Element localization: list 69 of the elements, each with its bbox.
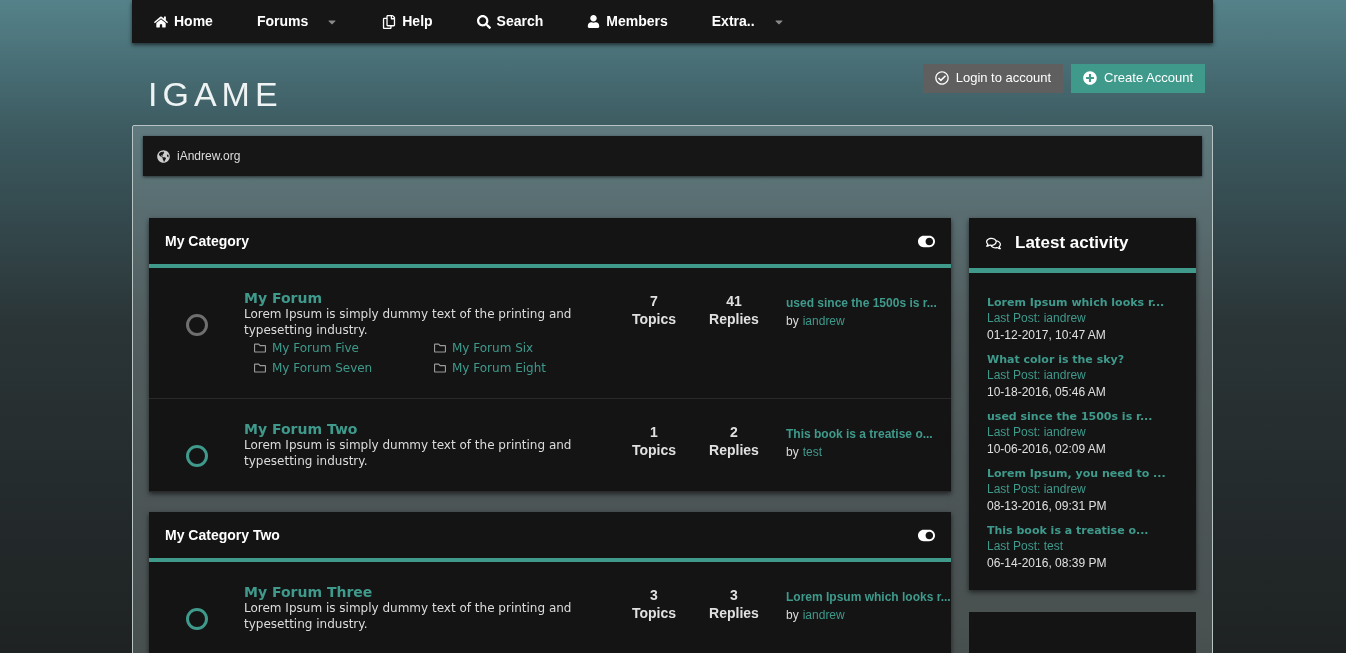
author-link[interactable]: iandrew: [802, 312, 845, 330]
nav-item[interactable]: Help: [382, 11, 433, 32]
author-link[interactable]: iandrew: [802, 606, 845, 624]
subforum-link[interactable]: My Forum Six: [452, 340, 534, 356]
replies-label: Replies: [709, 441, 759, 459]
forum-title[interactable]: My Forum Two: [244, 421, 614, 437]
topics-count: 7: [650, 292, 658, 310]
nav-item[interactable]: Members: [587, 11, 668, 32]
copy-icon: [382, 14, 397, 29]
activity-last-post: Last Post: iandrew: [987, 310, 1087, 326]
folder-icon: [254, 342, 266, 354]
activity-title-link[interactable]: What color is the sky?: [987, 352, 1178, 367]
topics-label: Topics: [631, 310, 677, 328]
home-icon: [154, 14, 168, 29]
nav-item[interactable]: Home: [154, 11, 213, 32]
subforum-link[interactable]: My Forum Eight: [452, 360, 546, 376]
forum-title[interactable]: My Forum: [244, 290, 614, 306]
activity-title-link[interactable]: This book is a treatise o...: [987, 523, 1178, 538]
nav-item[interactable]: Extra..: [711, 11, 785, 32]
chat-bubbles-icon: [986, 235, 1001, 251]
subforum-link[interactable]: My Forum Seven: [272, 360, 373, 376]
folder-icon: [434, 342, 446, 354]
replies-count: 41: [726, 292, 742, 310]
forum-description: Lorem Ipsum is simply dummy text of the printing and typesetting industry.: [244, 306, 573, 338]
activity-last-post: Last Post: iandrew: [987, 481, 1087, 497]
forum-title[interactable]: My Forum Three: [244, 584, 614, 600]
forum-description: Lorem Ipsum is simply dummy text of the printing and typesetting industry.: [244, 437, 573, 469]
last-post-link[interactable]: Lorem Ipsum which looks r...: [786, 588, 951, 606]
user-icon: [587, 15, 601, 28]
by-label: by: [786, 313, 799, 330]
panel-title: Latest activity: [1015, 232, 1129, 255]
account-button[interactable]: Create Account: [1071, 63, 1205, 93]
replies-count: 2: [730, 423, 738, 441]
replies-count: 3: [730, 586, 738, 604]
last-post-link[interactable]: This book is a treatise o...: [786, 425, 951, 443]
topics-count: 3: [650, 586, 658, 604]
activity-date: 01-12-2017, 10:47 AM: [987, 327, 1107, 344]
activity-last-post: Last Post: iandrew: [987, 424, 1087, 440]
activity-last-post: Last Post: test: [987, 538, 1065, 554]
nav-item[interactable]: Forums: [256, 11, 339, 32]
forum-description: Lorem Ipsum is simply dummy text of the printing and typesetting industry.: [244, 600, 573, 632]
search-icon: [476, 14, 491, 29]
breadcrumb-link[interactable]: iAndrew.org: [177, 147, 241, 165]
author-link[interactable]: test: [802, 443, 823, 461]
site-logo[interactable]: IGAME: [148, 68, 283, 120]
account-button[interactable]: Login to account: [922, 63, 1064, 93]
topics-label: Topics: [631, 441, 677, 459]
category-title[interactable]: My Category: [165, 230, 250, 252]
by-label: by: [786, 607, 799, 624]
folder-icon: [434, 362, 446, 374]
activity-title-link[interactable]: used since the 1500s is r...: [987, 409, 1178, 424]
activity-title-link[interactable]: Lorem Ipsum which looks r...: [987, 295, 1178, 310]
topics-label: Topics: [631, 604, 677, 622]
replies-label: Replies: [709, 310, 759, 328]
globe-icon: [157, 149, 170, 163]
category-title[interactable]: My Category Two: [165, 524, 280, 546]
replies-label: Replies: [709, 604, 759, 622]
folder-icon: [254, 362, 266, 374]
last-post-link[interactable]: used since the 1500s is r...: [786, 294, 951, 312]
nav-item[interactable]: Search: [476, 11, 544, 32]
activity-title-link[interactable]: Lorem Ipsum, you need to ...: [987, 466, 1178, 481]
activity-date: 10-18-2016, 05:46 AM: [987, 384, 1107, 401]
activity-date: 10-06-2016, 02:09 AM: [987, 441, 1107, 458]
subforum-link[interactable]: My Forum Five: [272, 340, 359, 356]
activity-date: 06-14-2016, 08:39 PM: [987, 555, 1108, 572]
activity-date: 08-13-2016, 09:31 PM: [987, 498, 1108, 515]
by-label: by: [786, 444, 799, 461]
activity-last-post: Last Post: iandrew: [987, 367, 1087, 383]
topics-count: 1: [650, 423, 658, 441]
